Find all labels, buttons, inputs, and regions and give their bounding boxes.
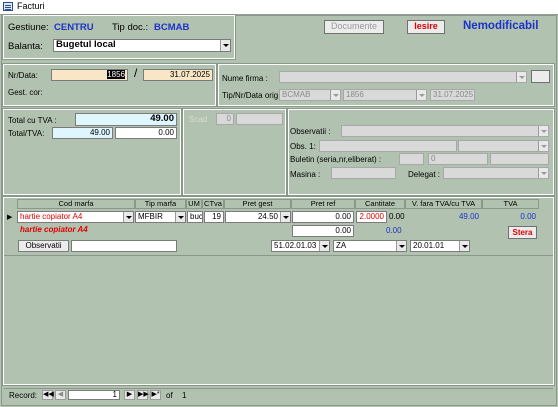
pret-ref-2-field[interactable]: 0.00 — [292, 225, 354, 237]
prev-record-icon[interactable]: ◀ — [55, 390, 66, 400]
col-tva: TVA — [482, 199, 539, 209]
chevron-down-icon[interactable] — [175, 212, 185, 222]
v-fara-tva-value: 0.00 — [389, 212, 405, 221]
obs1-select[interactable] — [458, 140, 549, 152]
observatii-select[interactable] — [341, 125, 549, 137]
total-value-field: 49.00 — [52, 127, 113, 139]
tva-2-value: 0.00 — [386, 226, 402, 235]
pret-gest-select[interactable]: 24.50 — [225, 211, 291, 223]
record-current-field[interactable]: 1 — [68, 390, 120, 400]
col-um: UM — [186, 199, 202, 209]
um-field[interactable]: buc — [187, 211, 203, 223]
tipdoc-value: BCMAB — [154, 22, 190, 33]
cont1-select[interactable]: 51.02.01.03 — [271, 240, 330, 252]
iesire-button[interactable]: Iesire — [407, 20, 445, 34]
total-tva-label: Total cu TVA : — [8, 116, 57, 125]
observatii-row-label: Observatii — [18, 240, 69, 252]
new-record-icon[interactable]: ▶* — [150, 390, 161, 400]
orig-nr-select[interactable]: 1856 — [343, 89, 427, 101]
obs1-field[interactable] — [319, 140, 457, 152]
scad-days-field[interactable]: 0 — [216, 113, 234, 125]
scad-date-field[interactable] — [236, 113, 283, 125]
firma-lookup-button[interactable] — [531, 70, 550, 83]
buletin-nr-field[interactable]: 0 — [428, 153, 488, 165]
v-cu-tva-value: 49.00 — [458, 212, 479, 221]
col-ctva: CTva — [202, 199, 224, 209]
chevron-down-icon[interactable] — [330, 90, 340, 100]
title-bar: Facturi — [0, 0, 558, 15]
form-icon — [3, 2, 13, 11]
delegat-label: Delegat : — [408, 170, 441, 179]
balanta-label: Balanta: — [8, 41, 43, 52]
col-cod-marfa: Cod marfa — [17, 199, 135, 209]
next-record-icon[interactable]: ▶ — [124, 390, 135, 400]
slash-separator: / — [134, 66, 138, 80]
nume-firma-select[interactable] — [279, 71, 527, 83]
cod-marfa-select[interactable]: hartie copiator A4 — [17, 211, 134, 223]
orig-data-field[interactable]: 31.07.2025 — [430, 89, 475, 101]
data-field[interactable]: 31.07.2025 — [143, 69, 213, 81]
chevron-down-icon[interactable] — [538, 168, 548, 178]
extra-panel — [287, 108, 555, 196]
gestiune-label: Gestiune: — [8, 22, 49, 33]
chevron-down-icon[interactable] — [416, 90, 426, 100]
tva-value-field: 0.00 — [115, 127, 177, 139]
masina-field[interactable] — [331, 167, 396, 179]
total-split-label: Total/TVA: — [8, 129, 45, 138]
cont3-select[interactable]: 20.01.01 — [410, 240, 470, 252]
obs1-label: Obs. 1: — [290, 142, 316, 151]
chevron-down-icon[interactable] — [220, 40, 230, 51]
delegat-select[interactable] — [443, 167, 549, 179]
item-description: hartie copiator A4 — [20, 225, 88, 234]
masina-label: Masina : — [290, 170, 321, 179]
col-cantitate: Cantitate — [355, 199, 405, 209]
tva-value: 0.00 — [520, 212, 536, 221]
row-selector-icon[interactable]: ▶ — [7, 213, 12, 221]
chevron-down-icon[interactable] — [123, 212, 133, 222]
documente-button[interactable]: Documente — [324, 20, 384, 34]
chevron-down-icon[interactable] — [459, 241, 469, 251]
record-label: Record: — [9, 391, 38, 400]
cont2-select[interactable]: ZA — [333, 240, 407, 252]
status-text: Nemodificabil — [463, 20, 539, 32]
nr-field[interactable]: 1856 — [51, 69, 128, 81]
total-tva-field: 49.00 — [75, 113, 177, 126]
buletin-seria-field[interactable] — [399, 153, 424, 165]
tip-marfa-select[interactable]: MFBIR — [135, 211, 186, 223]
pret-ref-field[interactable]: 0.00 — [292, 211, 354, 223]
scad-label: Scad — [189, 115, 208, 124]
chevron-down-icon[interactable] — [319, 241, 329, 251]
chevron-down-icon[interactable] — [538, 141, 548, 151]
chevron-down-icon[interactable] — [516, 72, 526, 82]
chevron-down-icon[interactable] — [396, 241, 406, 251]
tipnrdata-label: Tip/Nr/Data orig — [222, 91, 279, 100]
buletin-eliberat-field[interactable] — [490, 153, 549, 165]
observatii-row-field[interactable] — [71, 240, 177, 252]
col-pret-ref: Pret ref — [291, 199, 355, 209]
first-record-icon[interactable]: ◀◀ — [42, 390, 54, 400]
orig-tip-select[interactable]: BCMAB — [279, 89, 341, 101]
gest-cor-label: Gest. cor: — [8, 88, 43, 97]
col-valoare: V. fara TVA/cu TVA — [405, 199, 482, 209]
balanta-select[interactable]: Bugetul local — [53, 39, 231, 52]
window-title: Facturi — [17, 1, 45, 11]
cantitate-field[interactable]: 2.0000 — [356, 211, 387, 223]
row-divider — [4, 255, 553, 256]
sterge-button[interactable]: Stera — [508, 226, 537, 239]
of-label: of — [166, 391, 173, 400]
last-record-icon[interactable]: ▶▶ — [137, 390, 149, 400]
chevron-down-icon[interactable] — [280, 212, 290, 222]
chevron-down-icon[interactable] — [538, 126, 548, 136]
buletin-label: Buletin (seria,nr,eliberat) : — [290, 155, 382, 164]
nrdata-label: Nr/Data: — [8, 71, 38, 80]
nume-firma-label: Nume firma : — [222, 74, 268, 83]
col-tip-marfa: Tip marfa — [135, 199, 186, 209]
ctva-field[interactable]: 19 — [204, 211, 224, 223]
observatii-label: Observatii : — [290, 127, 331, 136]
tipdoc-label: Tip doc.: — [112, 22, 149, 33]
record-total: 1 — [182, 391, 187, 400]
gestiune-value: CENTRU — [54, 22, 94, 33]
col-pret-gest: Pret gest — [224, 199, 291, 209]
